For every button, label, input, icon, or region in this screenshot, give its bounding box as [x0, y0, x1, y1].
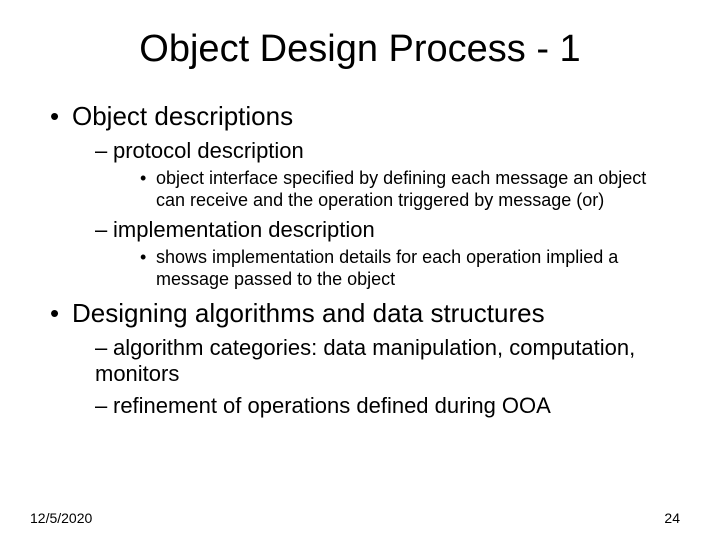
- footer: 12/5/2020 24: [30, 510, 680, 526]
- bullet-text: algorithm categories: data manipulation,…: [95, 335, 635, 386]
- bullet-text: Object descriptions: [72, 101, 293, 131]
- bullet-level3: •shows implementation details for each o…: [140, 247, 680, 290]
- bullet-text: refinement of operations defined during …: [113, 393, 551, 418]
- slide: Object Design Process - 1 •Object descri…: [0, 0, 720, 540]
- bullet-text: implementation description: [113, 217, 375, 242]
- bullet-level2: –refinement of operations defined during…: [95, 393, 680, 419]
- bullet-level1: •Object descriptions: [50, 101, 680, 132]
- bullet-level2: –protocol description: [95, 138, 680, 164]
- bullet-level3: •object interface specified by defining …: [140, 168, 680, 211]
- bullet-level1: •Designing algorithms and data structure…: [50, 298, 680, 329]
- footer-page: 24: [664, 510, 680, 526]
- slide-title: Object Design Process - 1: [40, 28, 680, 71]
- footer-date: 12/5/2020: [30, 510, 92, 526]
- bullet-text: shows implementation details for each op…: [156, 247, 656, 290]
- bullet-level2: –implementation description: [95, 217, 680, 243]
- bullet-text: protocol description: [113, 138, 304, 163]
- bullet-level2: –algorithm categories: data manipulation…: [95, 335, 680, 387]
- bullet-text: Designing algorithms and data structures: [72, 298, 545, 328]
- bullet-text: object interface specified by defining e…: [156, 168, 656, 211]
